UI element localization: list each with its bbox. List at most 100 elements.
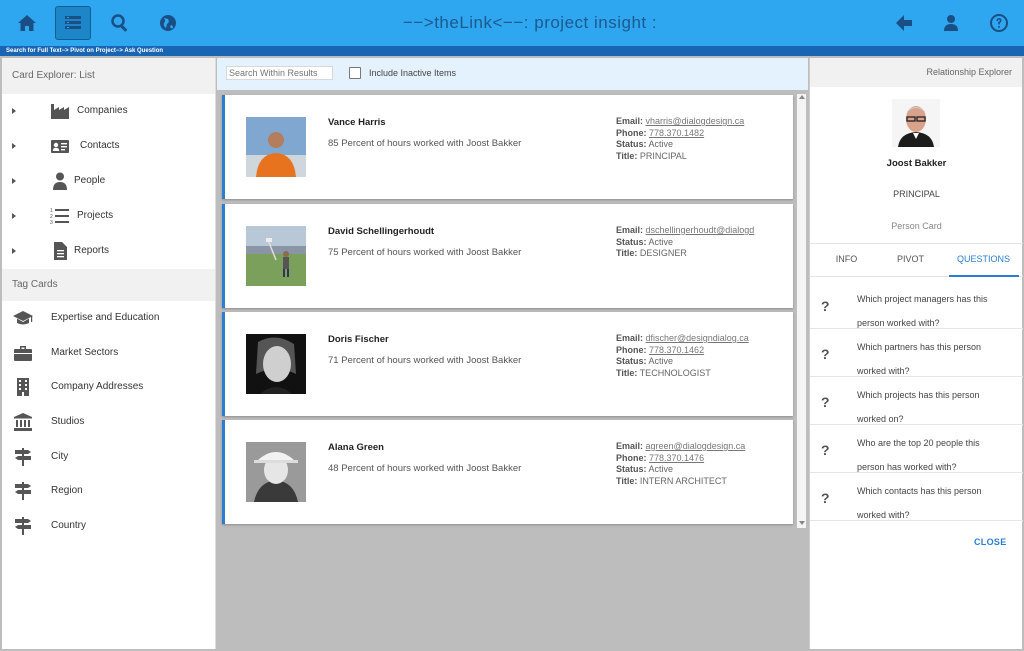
tag-item-studios[interactable]: Studios: [2, 405, 215, 440]
card-item-people[interactable]: People: [2, 164, 215, 199]
card-item-label: Reports: [74, 245, 110, 256]
briefcase-icon: [12, 343, 34, 363]
question-mark-icon: ?: [821, 298, 830, 314]
expand-caret-icon[interactable]: [12, 108, 16, 114]
card-item-projects[interactable]: 123 Projects: [2, 199, 215, 234]
card-item-label: Contacts: [80, 140, 120, 151]
back-button[interactable]: [886, 6, 922, 40]
status-value: Active: [648, 139, 674, 149]
relationship-person-name: Joost Bakker: [886, 158, 947, 169]
institution-icon: [12, 412, 34, 432]
relationship-explorer-title: Relationship Explorer: [810, 58, 1022, 87]
home-button[interactable]: [9, 6, 45, 40]
phone-link[interactable]: 778.370.1462: [649, 345, 704, 355]
result-card-alana-green[interactable]: Alana Green 48 Percent of hours worked w…: [222, 420, 793, 524]
search-within-results-input[interactable]: [226, 66, 333, 80]
person-relationship: 71 Percent of hours worked with Joost Ba…: [328, 355, 522, 366]
tag-item-region[interactable]: Region: [2, 474, 215, 509]
question-mark-icon: ?: [821, 346, 830, 362]
result-card-david-schellingerhoudt[interactable]: David Schellingerhoudt 75 Percent of hou…: [222, 204, 793, 308]
expand-caret-icon[interactable]: [12, 143, 16, 149]
list-icon: [65, 16, 81, 29]
tag-item-label: Expertise and Education: [51, 312, 160, 323]
email-link[interactable]: agreen@dialogdesign.ca: [646, 441, 746, 451]
results-scrollbar[interactable]: [797, 94, 806, 528]
email-label: Email:: [616, 116, 644, 126]
tag-item-city[interactable]: City: [2, 440, 215, 475]
status-label: Status:: [616, 236, 647, 247]
scroll-down-arrow-icon[interactable]: [799, 521, 805, 525]
person-name[interactable]: Vance Harris: [328, 117, 386, 128]
user-button[interactable]: [933, 6, 969, 40]
result-card-vance-harris[interactable]: Vance Harris 85 Percent of hours worked …: [222, 95, 793, 199]
phone-link[interactable]: 778.370.1482: [649, 128, 704, 138]
result-card-doris-fischer[interactable]: Doris Fischer 71 Percent of hours worked…: [222, 312, 793, 416]
search-button[interactable]: [102, 6, 138, 40]
status-label: Status:: [616, 139, 647, 149]
tab-questions[interactable]: QUESTIONS: [948, 254, 1019, 264]
avatar: [246, 226, 306, 286]
avatar: [892, 99, 940, 147]
contact-info: Email: agreen@dialogdesign.ca Phone: 778…: [616, 441, 745, 487]
phone-label: Phone:: [616, 344, 647, 355]
active-tab-indicator: [949, 275, 1019, 277]
person-name[interactable]: David Schellingerhoudt: [328, 226, 434, 237]
tag-item-label: City: [51, 450, 69, 462]
person-name[interactable]: Alana Green: [328, 442, 384, 453]
person-relationship: 75 Percent of hours worked with Joost Ba…: [328, 247, 522, 258]
question-text: Who are the top 20 people this person ha…: [857, 438, 980, 472]
tag-item-expertise[interactable]: Expertise and Education: [2, 301, 215, 336]
signpost-icon: [12, 516, 34, 536]
expand-caret-icon[interactable]: [12, 248, 16, 254]
question-item[interactable]: ? Which partners has this person worked …: [810, 329, 1023, 377]
left-panel: Card Explorer: List Companies Contacts P…: [2, 58, 216, 649]
svg-text:3: 3: [50, 220, 53, 226]
signpost-icon: [12, 447, 34, 467]
person-icon: [48, 170, 72, 192]
include-inactive-checkbox[interactable]: [349, 67, 361, 79]
title-value: PRINCIPAL: [639, 150, 687, 161]
question-item[interactable]: ? Which projects has this person worked …: [810, 377, 1023, 425]
list-view-button[interactable]: [55, 6, 91, 40]
tag-item-company-addresses[interactable]: Company Addresses: [2, 370, 215, 405]
scroll-up-arrow-icon[interactable]: [799, 95, 805, 99]
question-item[interactable]: ? Which project managers has this person…: [810, 281, 1023, 329]
card-item-companies[interactable]: Companies: [2, 94, 215, 129]
title-value: DESIGNER: [639, 248, 687, 258]
title-value: TECHNOLOGIST: [639, 367, 711, 378]
close-button[interactable]: CLOSE: [974, 537, 1007, 547]
card-item-reports[interactable]: Reports: [2, 234, 215, 269]
relationship-tabs: INFO PIVOT QUESTIONS: [810, 243, 1023, 277]
email-link[interactable]: dschellingerhoudt@dialogd: [646, 225, 755, 235]
tag-item-market-sectors[interactable]: Market Sectors: [2, 336, 215, 371]
title-value: INTERN ARCHITECT: [639, 475, 727, 486]
relationship-person-title: PRINCIPAL: [893, 189, 940, 199]
contact-card-icon: [48, 135, 72, 157]
person-relationship: 85 Percent of hours worked with Joost Ba…: [328, 138, 522, 149]
card-explorer-title: Card Explorer: List: [2, 58, 215, 94]
card-item-contacts[interactable]: Contacts: [2, 129, 215, 164]
tag-item-country[interactable]: Country: [2, 509, 215, 544]
question-item[interactable]: ? Who are the top 20 people this person …: [810, 425, 1023, 473]
tab-pivot[interactable]: PIVOT: [875, 254, 946, 264]
help-button[interactable]: [981, 6, 1017, 40]
person-name[interactable]: Doris Fischer: [328, 334, 389, 345]
card-type-label: Person Card: [891, 221, 942, 231]
signpost-icon: [12, 481, 34, 501]
numbered-list-icon: 123: [48, 205, 72, 227]
title-label: Title:: [616, 248, 638, 258]
title-label: Title:: [616, 475, 638, 486]
tab-info[interactable]: INFO: [811, 254, 882, 264]
avatar: [246, 442, 306, 502]
title-label: Title:: [616, 150, 638, 161]
tag-item-label: Company Addresses: [51, 381, 144, 393]
expand-caret-icon[interactable]: [12, 213, 16, 219]
email-link[interactable]: dfischer@designdialog.ca: [646, 333, 749, 343]
status-value: Active: [648, 356, 674, 366]
building-icon: [12, 377, 34, 397]
question-item[interactable]: ? Which contacts has this person worked …: [810, 473, 1023, 521]
phone-link[interactable]: 778.370.1476: [649, 453, 704, 463]
globe-button[interactable]: [150, 6, 186, 40]
email-link[interactable]: vharris@dialogdesign.ca: [646, 116, 745, 126]
expand-caret-icon[interactable]: [12, 178, 16, 184]
